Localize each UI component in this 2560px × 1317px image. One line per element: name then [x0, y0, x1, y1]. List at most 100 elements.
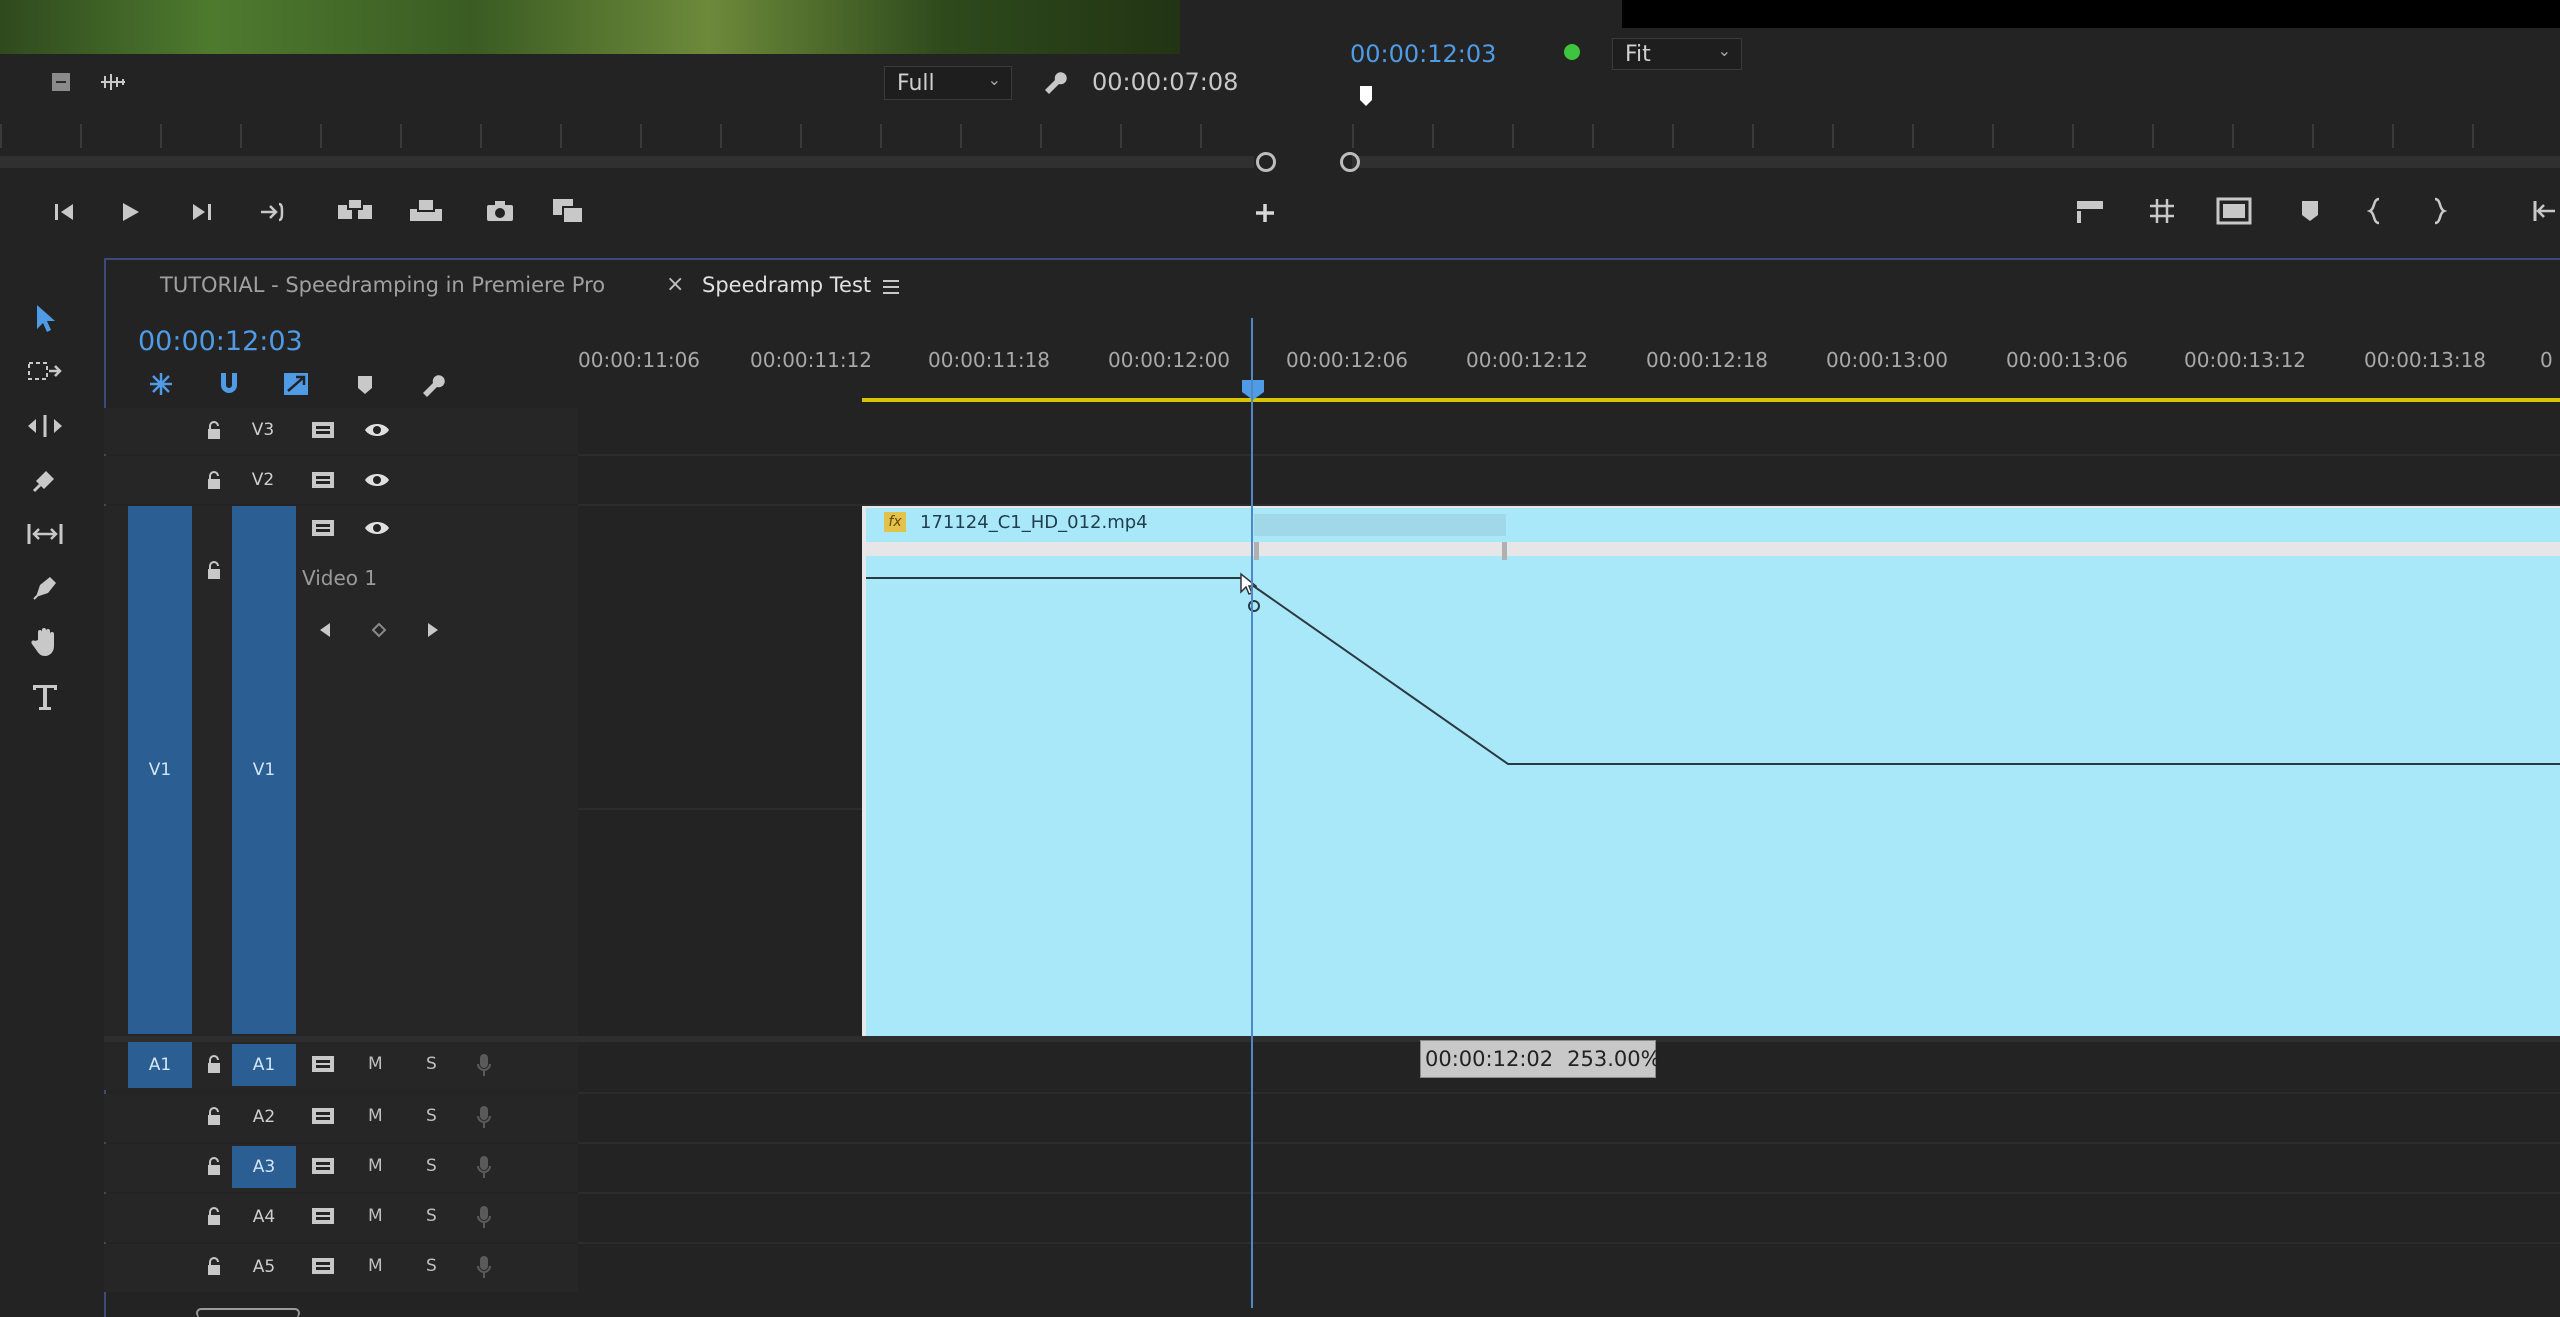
- mute-button[interactable]: M: [368, 1206, 383, 1226]
- microphone-icon[interactable]: [472, 1152, 496, 1182]
- source-patch-a1[interactable]: A1: [128, 1042, 192, 1088]
- replace-icon[interactable]: [548, 194, 588, 228]
- nest-sequence-icon[interactable]: [144, 368, 178, 400]
- solo-button[interactable]: S: [426, 1054, 437, 1074]
- lock-icon[interactable]: [202, 416, 226, 444]
- timeline-zoom-scrollbar[interactable]: [196, 1308, 300, 1317]
- ripple-edit-tool-icon[interactable]: [22, 404, 68, 448]
- linked-selection-icon[interactable]: [278, 368, 314, 400]
- hand-tool-icon[interactable]: [22, 620, 68, 664]
- track-target-v1[interactable]: V1: [232, 506, 296, 1034]
- timeline-settings-wrench-icon[interactable]: [414, 368, 450, 400]
- lock-icon[interactable]: [202, 556, 226, 584]
- source-time-ruler[interactable]: [0, 124, 1280, 148]
- razor-tool-icon[interactable]: [22, 458, 68, 502]
- sync-lock-icon[interactable]: [306, 1152, 340, 1180]
- lock-icon[interactable]: [202, 1102, 226, 1130]
- playhead-line[interactable]: [1251, 318, 1253, 1308]
- add-marker-icon[interactable]: [2292, 194, 2328, 228]
- timeline-playhead-timecode[interactable]: 00:00:12:03: [138, 326, 303, 357]
- lock-icon[interactable]: [202, 1152, 226, 1180]
- program-playhead-marker[interactable]: [1360, 86, 1372, 106]
- comparison-view-icon[interactable]: [2212, 194, 2256, 228]
- microphone-icon[interactable]: [472, 1202, 496, 1232]
- pen-tool-icon[interactable]: [22, 566, 68, 610]
- sync-lock-icon[interactable]: [306, 1102, 340, 1130]
- track-target-a2[interactable]: A2: [232, 1096, 296, 1138]
- export-frame-icon[interactable]: [480, 194, 520, 228]
- tab-tutorial-sequence[interactable]: TUTORIAL - Speedramping in Premiere Pro: [160, 273, 605, 297]
- step-forward-icon[interactable]: [184, 196, 220, 228]
- keyframe-point[interactable]: [1248, 600, 1260, 612]
- program-playhead-timecode[interactable]: 00:00:12:03: [1350, 40, 1496, 68]
- solo-button[interactable]: S: [426, 1106, 437, 1126]
- microphone-icon[interactable]: [472, 1050, 496, 1080]
- eye-icon[interactable]: [360, 466, 394, 494]
- lock-icon[interactable]: [202, 466, 226, 494]
- source-zoom-dropdown[interactable]: Full ⌄: [884, 66, 1012, 100]
- panel-menu-icon[interactable]: [878, 274, 904, 300]
- overwrite-icon[interactable]: [404, 194, 448, 228]
- program-scrub-bar[interactable]: [1352, 156, 2560, 168]
- lock-icon[interactable]: [202, 1202, 226, 1230]
- program-zoom-handle[interactable]: [1340, 152, 1360, 172]
- add-button-icon[interactable]: [1250, 198, 1280, 228]
- mute-button[interactable]: M: [368, 1054, 383, 1074]
- track-target-a5[interactable]: A5: [232, 1246, 296, 1288]
- lift-icon[interactable]: [2070, 194, 2110, 228]
- wrench-icon[interactable]: [1036, 64, 1072, 98]
- track-select-tool-icon[interactable]: [22, 350, 68, 394]
- program-time-ruler[interactable]: [1352, 124, 2552, 148]
- work-area-bar[interactable]: [862, 398, 2560, 402]
- mute-button[interactable]: M: [368, 1156, 383, 1176]
- selection-tool-icon[interactable]: [22, 296, 68, 340]
- program-zoom-dropdown[interactable]: Fit ⌄: [1612, 38, 1742, 70]
- add-keyframe-icon[interactable]: [366, 616, 392, 644]
- sync-lock-icon[interactable]: [306, 1252, 340, 1280]
- go-to-out-icon[interactable]: [254, 196, 290, 228]
- next-keyframe-icon[interactable]: [420, 616, 446, 644]
- eye-icon[interactable]: [360, 514, 394, 542]
- safe-margins-icon[interactable]: [2142, 194, 2182, 228]
- speed-rubber-band[interactable]: [866, 508, 2560, 1038]
- mute-button[interactable]: M: [368, 1256, 383, 1276]
- step-back-icon[interactable]: [46, 196, 82, 228]
- lock-icon[interactable]: [202, 1050, 226, 1078]
- source-patch-v1[interactable]: V1: [128, 506, 192, 1034]
- add-marker-icon[interactable]: [350, 370, 380, 400]
- solo-button[interactable]: S: [426, 1206, 437, 1226]
- lock-icon[interactable]: [202, 1252, 226, 1280]
- microphone-icon[interactable]: [472, 1252, 496, 1282]
- marker-settings-icon[interactable]: [46, 68, 76, 96]
- solo-button[interactable]: S: [426, 1256, 437, 1276]
- track-target-a3[interactable]: A3: [232, 1146, 296, 1188]
- track-divider: [578, 1242, 2560, 1244]
- source-scrub-bar[interactable]: [0, 156, 1254, 168]
- source-zoom-handle[interactable]: [1256, 152, 1276, 172]
- go-to-in-icon[interactable]: [2524, 194, 2560, 228]
- drag-audio-icon[interactable]: [96, 68, 130, 96]
- microphone-icon[interactable]: [472, 1102, 496, 1132]
- sync-lock-icon[interactable]: [306, 466, 340, 494]
- tab-speedramp-test[interactable]: Speedramp Test: [702, 273, 871, 297]
- type-tool-icon[interactable]: [22, 674, 68, 718]
- mark-out-icon[interactable]: [2424, 194, 2454, 228]
- track-target-a4[interactable]: A4: [232, 1196, 296, 1238]
- sync-lock-icon[interactable]: [306, 1050, 340, 1078]
- mute-button[interactable]: M: [368, 1106, 383, 1126]
- mark-in-icon[interactable]: [2360, 194, 2390, 228]
- previous-keyframe-icon[interactable]: [312, 616, 338, 644]
- insert-icon[interactable]: [334, 194, 378, 228]
- play-icon[interactable]: [112, 196, 148, 228]
- sync-lock-icon[interactable]: [306, 1202, 340, 1230]
- sync-lock-icon[interactable]: [306, 514, 340, 542]
- slip-tool-icon[interactable]: [22, 512, 68, 556]
- video-clip[interactable]: fx 171124_C1_HD_012.mp4: [862, 506, 2560, 1036]
- sync-lock-icon[interactable]: [306, 416, 340, 444]
- track-target-a1[interactable]: A1: [232, 1044, 296, 1086]
- snap-icon[interactable]: [212, 368, 246, 400]
- track-header-a2: [104, 1094, 578, 1142]
- eye-icon[interactable]: [360, 416, 394, 444]
- solo-button[interactable]: S: [426, 1156, 437, 1176]
- close-tab-icon[interactable]: ×: [666, 272, 684, 297]
